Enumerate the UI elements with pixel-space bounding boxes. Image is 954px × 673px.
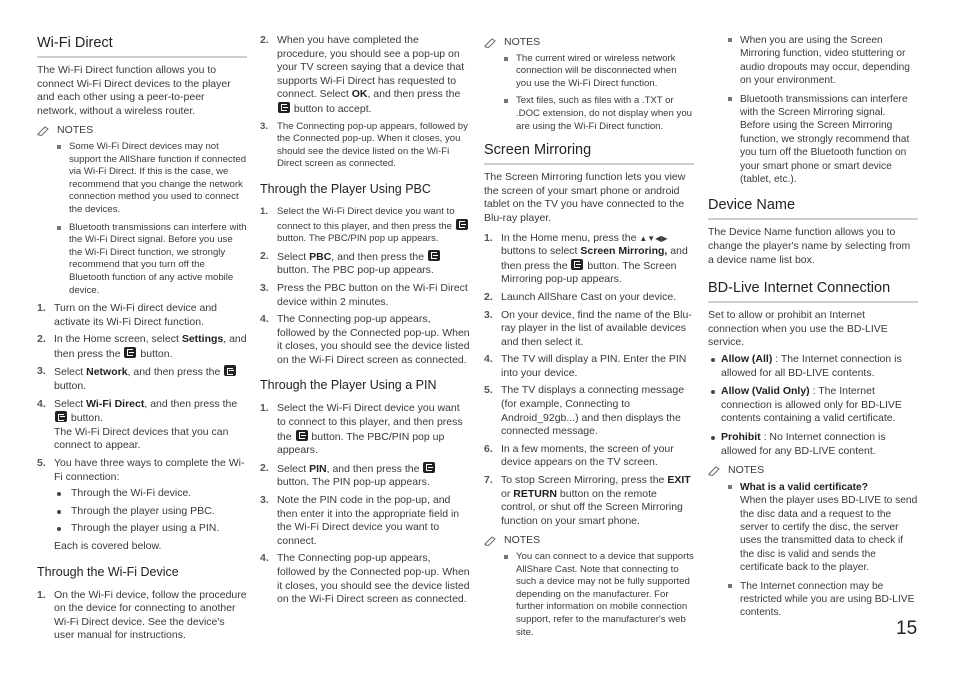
step-item: 7. To stop Screen Mirroring, press the EX… xyxy=(484,474,691,527)
section-title-device-name: Device Name xyxy=(708,196,918,221)
section-title-screen-mirroring: Screen Mirroring xyxy=(484,141,694,166)
option-item: Through the player using a PIN. xyxy=(54,522,247,536)
device-name-body: The Device Name function allows you to c… xyxy=(708,226,911,266)
option-item: Allow (All) : The Internet connection is… xyxy=(708,353,918,380)
step-item: 3. The Connecting pop-up appears, followe… xyxy=(260,120,468,170)
step-item: 1. Turn on the Wi-Fi direct device and ac… xyxy=(37,302,218,328)
note-item: What is a valid certificate? When the pla… xyxy=(726,481,918,575)
pencil-note-icon xyxy=(484,38,496,48)
direction-arrows-icon: ▲▼◀▶ xyxy=(639,233,668,243)
step-item: 1. Select the Wi-Fi Direct device you wan… xyxy=(260,402,463,457)
step-item: 2. Select PBC, and then press the button.… xyxy=(260,249,470,278)
note-item: Some Wi-Fi Direct devices may not suppor… xyxy=(55,141,247,217)
note-item: When you are using the Screen Mirroring … xyxy=(726,34,918,88)
step-item: 4. Select Wi-Fi Direct, and then press th… xyxy=(37,397,238,452)
step-item: 3. Select Network, and then press the but… xyxy=(37,365,247,393)
enter-button-icon xyxy=(423,461,436,473)
step-item: 2. Launch AllShare Cast on your device. xyxy=(484,290,677,303)
bd-live-intro: Set to allow or prohibit an Internet con… xyxy=(708,309,888,349)
step-item: 6. In a few moments, the screen of your d… xyxy=(484,442,674,469)
step-item: 2. Select PIN, and then press the button.… xyxy=(260,461,470,490)
bd-live-options: Allow (All) : The Internet connection is… xyxy=(708,353,918,458)
note-item: Text files, such as files with a .TXT or… xyxy=(502,95,694,133)
step-item: 4. The Connecting pop-up appears, followe… xyxy=(260,552,470,606)
step-item: 1. On the Wi-Fi device, follow the proced… xyxy=(37,588,247,642)
step-item: 5. You have three ways to complete the Wi… xyxy=(37,457,247,554)
enter-button-icon xyxy=(295,429,308,441)
section-title-bd-live: BD-Live Internet Connection xyxy=(708,279,918,304)
column-4: When you are using the Screen Mirroring … xyxy=(708,34,918,625)
step-item: 4. The Connecting pop-up appears, followe… xyxy=(260,313,470,366)
notes-label: NOTES xyxy=(728,464,765,477)
bullet-square-icon xyxy=(504,555,508,559)
notes-list: When you are using the Screen Mirroring … xyxy=(726,34,918,186)
subsection-title-pin: Through the Player Using a PIN xyxy=(260,378,437,393)
column-2: 2. When you have completed the procedure,… xyxy=(260,34,470,611)
note-item: You can connect to a device that support… xyxy=(502,551,694,639)
step-item: 2. When you have completed the procedure,… xyxy=(260,34,465,115)
column-3: NOTES The current wired or wireless netw… xyxy=(484,34,694,644)
pencil-note-icon xyxy=(484,536,496,547)
connection-options: Through the Wi-Fi device. Through the pl… xyxy=(54,487,247,536)
notes-list: You can connect to a device that support… xyxy=(502,551,694,639)
notes-label: NOTES xyxy=(504,534,541,547)
notes-list: Some Wi-Fi Direct devices may not suppor… xyxy=(55,141,247,297)
enter-button-icon xyxy=(278,101,290,113)
bullet-square-icon xyxy=(728,484,732,489)
notes-header: NOTES xyxy=(37,124,247,138)
notes-label: NOTES xyxy=(57,124,94,137)
option-item: Prohibit : No Internet connection is all… xyxy=(708,431,918,458)
bullet-square-icon xyxy=(728,583,732,588)
step-item: 5. The TV displays a connecting message (… xyxy=(484,384,685,438)
notes-label: NOTES xyxy=(504,36,541,48)
column-1: Wi-Fi Direct The Wi-Fi Direct function a… xyxy=(37,34,247,647)
bullet-square-icon xyxy=(57,144,61,149)
notes-list: The current wired or wireless network co… xyxy=(502,53,694,134)
note-item: The current wired or wireless network co… xyxy=(502,53,694,91)
enter-button-icon xyxy=(124,346,137,358)
enter-button-icon xyxy=(224,365,237,377)
step-item: 1. Select the Wi-Fi Direct device you wan… xyxy=(260,206,470,246)
bullet-square-icon xyxy=(504,99,508,104)
step-item: 3. Note the PIN code in the pop-up, and t… xyxy=(260,494,460,547)
notes-header: NOTES xyxy=(484,534,694,548)
option-item: Through the player using PBC. xyxy=(54,505,247,519)
page-number: 15 xyxy=(896,618,918,639)
enter-button-icon xyxy=(55,411,67,423)
enter-button-icon xyxy=(428,249,441,261)
step-item: 4. The TV will display a PIN. Enter the P… xyxy=(484,353,687,379)
subsection-title-through-device: Through the Wi-Fi Device xyxy=(37,564,179,579)
screen-mirroring-intro: The Screen Mirroring function lets you v… xyxy=(484,171,686,224)
bullet-square-icon xyxy=(728,96,732,101)
section-title-wifi-direct: Wi-Fi Direct xyxy=(37,34,247,58)
bullet-square-icon xyxy=(57,225,61,230)
note-item: Bluetooth transmissions can interfere wi… xyxy=(55,222,247,298)
option-item: Allow (Valid Only) : The Internet connec… xyxy=(708,385,918,426)
wifi-direct-intro: The Wi-Fi Direct function allows you to … xyxy=(37,64,231,117)
pencil-note-icon xyxy=(708,466,720,476)
bullet-square-icon xyxy=(728,38,732,42)
option-item: Through the Wi-Fi device. xyxy=(54,487,247,501)
notes-header: NOTES xyxy=(708,464,918,478)
bullet-square-icon xyxy=(504,56,508,61)
note-item: The Internet connection may be restricte… xyxy=(726,580,918,620)
step-item: 3. On your device, find the name of the B… xyxy=(484,308,692,348)
pencil-note-icon xyxy=(37,126,49,137)
step-item: 3. Press the PBC button on the Wi-Fi Dire… xyxy=(260,281,468,308)
notes-list: What is a valid certificate? When the pla… xyxy=(726,481,918,620)
note-item: Bluetooth transmissions can interfere wi… xyxy=(726,93,918,187)
enter-button-icon xyxy=(455,218,468,230)
notes-header: NOTES xyxy=(484,36,694,50)
subsection-title-pbc: Through the Player Using PBC xyxy=(260,181,431,196)
wifi-direct-steps: 1. Turn on the Wi-Fi direct device and ac… xyxy=(37,302,247,554)
screen-mirroring-steps: 1. In the Home menu, press the ▲▼◀▶ butto… xyxy=(484,232,694,529)
step-item: 2. In the Home screen, select Settings, a… xyxy=(37,333,247,360)
enter-button-icon xyxy=(571,258,584,270)
step-item: 1. In the Home menu, press the ▲▼◀▶ butto… xyxy=(484,231,688,286)
